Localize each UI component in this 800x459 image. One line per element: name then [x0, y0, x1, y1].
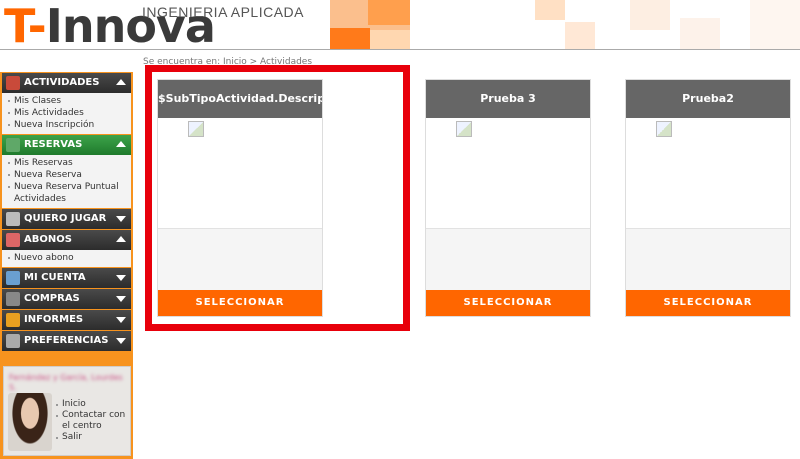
sidebar-section-label: INFORMES	[24, 314, 84, 325]
sidebar-item[interactable]: Mis Clases	[8, 95, 131, 107]
select-button[interactable]: SELECCIONAR	[626, 290, 790, 316]
chevron-up-icon[interactable]	[116, 141, 126, 147]
card-icon	[6, 233, 20, 247]
sidebar-section-label: QUIERO JUGAR	[24, 213, 107, 224]
profile-link-inicio[interactable]: Inicio	[56, 399, 130, 410]
chevron-down-icon[interactable]	[116, 317, 126, 323]
broken-image-icon	[656, 121, 672, 137]
sidebar-section-label: COMPRAS	[24, 293, 80, 304]
user-icon	[6, 271, 20, 285]
highlight-box	[145, 65, 410, 331]
sidebar-section-quiero-jugar[interactable]: QUIERO JUGAR	[2, 209, 131, 229]
sidebar-item[interactable]: Nueva Reserva Puntual Actividades	[8, 181, 131, 205]
sidebar-section-informes[interactable]: INFORMES	[2, 310, 131, 330]
wrench-icon	[6, 334, 20, 348]
sidebar-item[interactable]: Mis Actividades	[8, 107, 131, 119]
sidebar-section-label: ACTIVIDADES	[24, 77, 100, 88]
sidebar-section-reservas[interactable]: RESERVAS	[2, 135, 131, 155]
profile-name: Fernández y García, Lourdes S.	[9, 373, 123, 392]
broken-image-icon	[456, 121, 472, 137]
chevron-up-icon[interactable]	[116, 79, 126, 85]
profile-link-salir[interactable]: Salir	[56, 432, 130, 443]
header: T-Innova INGENIERIA APLICADA	[0, 0, 800, 50]
calendar-icon	[6, 76, 20, 90]
profile-link-contactar[interactable]: Contactar con el centro	[56, 410, 130, 432]
header-divider	[0, 49, 800, 50]
card-footer	[426, 229, 590, 291]
sidebar-section-mi-cuenta[interactable]: MI CUENTA	[2, 268, 131, 288]
chevron-down-icon[interactable]	[116, 275, 126, 281]
activity-card: Prueba2 SELECCIONAR	[625, 79, 791, 317]
chevron-down-icon[interactable]	[116, 296, 126, 302]
profile-panel: Fernández y García, Lourdes S. Inicio Co…	[3, 366, 131, 456]
cart-icon	[6, 292, 20, 306]
sidebar: ACTIVIDADES Mis Clases Mis Actividades Nuev…	[0, 72, 133, 459]
avatar	[8, 393, 52, 451]
chevron-down-icon[interactable]	[116, 216, 126, 222]
sidebar-section-abonos[interactable]: ABONOS	[2, 230, 131, 250]
logo-text-t: T-	[4, 0, 47, 50]
sidebar-item[interactable]: Nuevo abono	[8, 252, 131, 264]
chevron-up-icon[interactable]	[116, 236, 126, 242]
sidebar-section-preferencias[interactable]: PREFERENCIAS	[2, 331, 131, 351]
sidebar-section-actividades[interactable]: ACTIVIDADES	[2, 73, 131, 93]
chevron-down-icon[interactable]	[116, 338, 126, 344]
profile-links: Inicio Contactar con el centro Salir	[56, 399, 130, 443]
card-title: Prueba2	[626, 80, 790, 118]
card-footer	[626, 229, 790, 291]
card-title: Prueba 3	[426, 80, 590, 118]
sidebar-section-label: RESERVAS	[24, 139, 83, 150]
sidebar-section-compras[interactable]: COMPRAS	[2, 289, 131, 309]
sidebar-section-items: Mis Reservas Nueva Reserva Nueva Reserva P…	[2, 155, 131, 208]
header-decoration	[330, 0, 800, 50]
chart-icon	[6, 313, 20, 327]
racket-icon	[6, 212, 20, 226]
sidebar-item[interactable]: Nueva Reserva	[8, 169, 131, 181]
sidebar-section-items: Mis Clases Mis Actividades Nueva Inscripci…	[2, 93, 131, 134]
sidebar-section-label: ABONOS	[24, 234, 72, 245]
sidebar-section-label: PREFERENCIAS	[24, 335, 109, 346]
sidebar-item[interactable]: Nueva Inscripción	[8, 119, 131, 131]
sidebar-item[interactable]: Mis Reservas	[8, 157, 131, 169]
sidebar-section-label: MI CUENTA	[24, 272, 86, 283]
select-button[interactable]: SELECCIONAR	[426, 290, 590, 316]
sidebar-section-items: Nuevo abono	[2, 250, 131, 267]
activity-card: Prueba 3 SELECCIONAR	[425, 79, 591, 317]
reservations-icon	[6, 138, 20, 152]
logo-subtitle: INGENIERIA APLICADA	[142, 4, 304, 20]
